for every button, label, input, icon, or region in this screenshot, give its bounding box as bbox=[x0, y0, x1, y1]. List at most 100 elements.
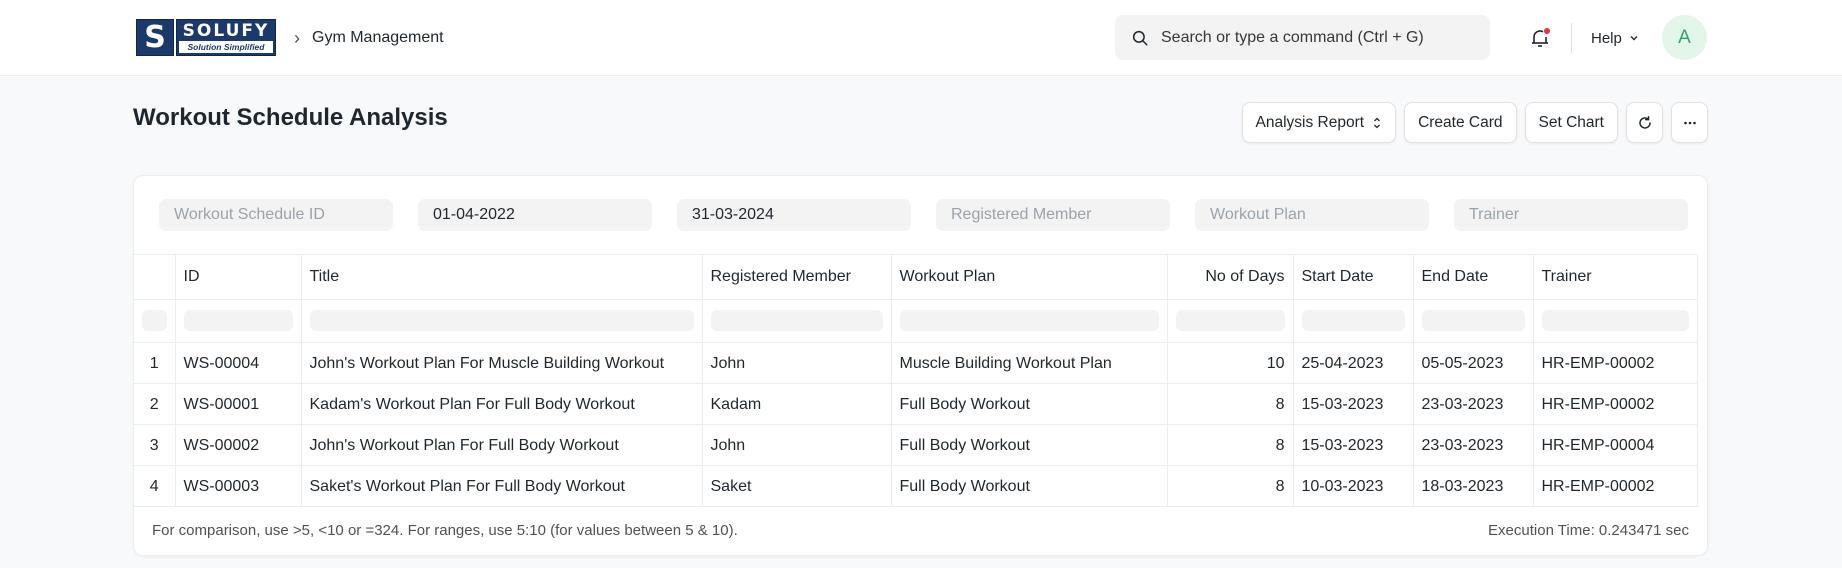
filter-registered-member[interactable] bbox=[936, 199, 1170, 231]
logo-brand: SOLUFY bbox=[182, 21, 270, 41]
cell-workout-plan[interactable]: Full Body Workout bbox=[891, 465, 1168, 507]
cell-id[interactable]: WS-00004 bbox=[175, 342, 302, 384]
row-index: 3 bbox=[134, 424, 176, 466]
row-index: 2 bbox=[134, 383, 176, 425]
more-horizontal-icon bbox=[1683, 121, 1696, 124]
more-options-button[interactable] bbox=[1671, 102, 1708, 143]
column-header-start-date[interactable]: Start Date bbox=[1293, 255, 1414, 300]
cell-registered-member[interactable]: John bbox=[702, 342, 892, 384]
column-header-id[interactable]: ID bbox=[175, 255, 302, 300]
cell-end-date[interactable]: 23-03-2023 bbox=[1413, 383, 1534, 425]
app-logo[interactable]: S SOLUFY Solution Simplified bbox=[136, 19, 276, 56]
column-header-end-date[interactable]: End Date bbox=[1413, 255, 1534, 300]
column-header-workout-plan[interactable]: Workout Plan bbox=[891, 255, 1168, 300]
help-dropdown[interactable]: Help bbox=[1591, 26, 1640, 50]
search-bar[interactable] bbox=[1115, 15, 1490, 60]
cell-no-of-days[interactable]: 8 bbox=[1167, 465, 1294, 507]
logo-wordmark: SOLUFY Solution Simplified bbox=[176, 19, 276, 56]
cell-workout-plan[interactable]: Muscle Building Workout Plan bbox=[891, 342, 1168, 384]
execution-time: Execution Time: 0.243471 sec bbox=[1488, 522, 1689, 539]
cell-no-of-days[interactable]: 8 bbox=[1167, 383, 1294, 425]
nav-divider bbox=[1571, 23, 1572, 53]
column-header-title[interactable]: Title bbox=[301, 255, 703, 300]
notifications-button[interactable] bbox=[1528, 26, 1552, 50]
set-chart-button[interactable]: Set Chart bbox=[1524, 102, 1618, 143]
cell-title[interactable]: Kadam's Workout Plan For Full Body Worko… bbox=[301, 383, 703, 425]
filter-trainer[interactable] bbox=[1454, 199, 1688, 231]
cell-end-date[interactable]: 05-05-2023 bbox=[1413, 342, 1534, 384]
page-title: Workout Schedule Analysis bbox=[133, 104, 448, 131]
column-filter-id[interactable] bbox=[183, 310, 293, 331]
row-index: 1 bbox=[134, 342, 176, 384]
filter-workout-plan[interactable] bbox=[1195, 199, 1429, 231]
cell-trainer[interactable]: HR-EMP-00002 bbox=[1533, 383, 1698, 425]
user-avatar[interactable]: A bbox=[1662, 15, 1707, 60]
cell-no-of-days[interactable]: 10 bbox=[1167, 342, 1294, 384]
help-label: Help bbox=[1591, 29, 1622, 47]
column-header-no-of-days[interactable]: No of Days bbox=[1167, 255, 1294, 300]
logo-tagline: Solution Simplified bbox=[179, 41, 273, 53]
cell-workout-plan[interactable]: Full Body Workout bbox=[891, 424, 1168, 466]
notification-dot bbox=[1544, 28, 1550, 34]
cell-registered-member[interactable]: Kadam bbox=[702, 383, 892, 425]
refresh-button[interactable] bbox=[1626, 102, 1663, 143]
create-card-button[interactable]: Create Card bbox=[1404, 102, 1517, 143]
breadcrumb-gym-management[interactable]: Gym Management bbox=[312, 29, 444, 47]
cell-title[interactable]: John's Workout Plan For Muscle Building … bbox=[301, 342, 703, 384]
chevron-down-icon bbox=[1630, 36, 1638, 41]
filter-bar bbox=[159, 199, 1688, 231]
cell-start-date[interactable]: 15-03-2023 bbox=[1293, 424, 1414, 466]
cell-start-date[interactable]: 25-04-2023 bbox=[1293, 342, 1414, 384]
search-icon bbox=[1132, 30, 1148, 45]
cell-start-date[interactable]: 15-03-2023 bbox=[1293, 383, 1414, 425]
column-filter-workout-plan[interactable] bbox=[899, 310, 1159, 331]
cell-no-of-days[interactable]: 8 bbox=[1167, 424, 1294, 466]
report-table-wrapper: ID Title Registered Member Workout Plan … bbox=[134, 254, 1698, 507]
column-filter-no-of-days[interactable] bbox=[1175, 310, 1285, 331]
column-filter-title[interactable] bbox=[309, 310, 694, 331]
column-header-trainer[interactable]: Trainer bbox=[1533, 255, 1698, 300]
table-header-row: ID Title Registered Member Workout Plan … bbox=[134, 255, 1698, 300]
column-header-registered-member[interactable]: Registered Member bbox=[702, 255, 892, 300]
column-filter-registered-member[interactable] bbox=[710, 310, 883, 331]
chevron-right-icon: › bbox=[294, 28, 300, 48]
navbar: S SOLUFY Solution Simplified › Gym Manag… bbox=[0, 0, 1842, 76]
cell-title[interactable]: Saket's Workout Plan For Full Body Worko… bbox=[301, 465, 703, 507]
cell-registered-member[interactable]: Saket bbox=[702, 465, 892, 507]
column-header-row-index bbox=[134, 255, 176, 300]
page-actions: Analysis Report Create Card Set Chart bbox=[1241, 102, 1708, 143]
cell-id[interactable]: WS-00002 bbox=[175, 424, 302, 466]
cell-id[interactable]: WS-00001 bbox=[175, 383, 302, 425]
cell-registered-member[interactable]: John bbox=[702, 424, 892, 466]
cell-workout-plan[interactable]: Full Body Workout bbox=[891, 383, 1168, 425]
column-filter-start-date[interactable] bbox=[1301, 310, 1405, 331]
report-card: ID Title Registered Member Workout Plan … bbox=[133, 175, 1708, 556]
table-row[interactable]: 1 WS-00004 John's Workout Plan For Muscl… bbox=[134, 342, 1698, 384]
cell-id[interactable]: WS-00003 bbox=[175, 465, 302, 507]
cell-end-date[interactable]: 23-03-2023 bbox=[1413, 424, 1534, 466]
table-row[interactable]: 4 WS-00003 Saket's Workout Plan For Full… bbox=[134, 465, 1698, 507]
column-filter-end-date[interactable] bbox=[1421, 310, 1525, 331]
filter-help-text: For comparison, use >5, <10 or =324. For… bbox=[152, 522, 738, 539]
cell-trainer[interactable]: HR-EMP-00002 bbox=[1533, 342, 1698, 384]
select-arrows-icon bbox=[1374, 117, 1381, 128]
filter-to-date[interactable] bbox=[677, 199, 911, 231]
cell-trainer[interactable]: HR-EMP-00004 bbox=[1533, 424, 1698, 466]
column-filter-trainer[interactable] bbox=[1541, 310, 1689, 331]
table-row[interactable]: 3 WS-00002 John's Workout Plan For Full … bbox=[134, 424, 1698, 466]
cell-trainer[interactable]: HR-EMP-00002 bbox=[1533, 465, 1698, 507]
logo-mark: S bbox=[136, 19, 174, 56]
column-filter-row bbox=[134, 299, 1698, 343]
search-input[interactable] bbox=[1161, 28, 1481, 47]
cell-title[interactable]: John's Workout Plan For Full Body Workou… bbox=[301, 424, 703, 466]
column-filter-row-index[interactable] bbox=[142, 310, 167, 331]
report-view-label: Analysis Report bbox=[1255, 113, 1365, 131]
table-row[interactable]: 2 WS-00001 Kadam's Workout Plan For Full… bbox=[134, 383, 1698, 425]
cell-end-date[interactable]: 18-03-2023 bbox=[1413, 465, 1534, 507]
refresh-icon bbox=[1638, 115, 1651, 129]
filter-from-date[interactable] bbox=[418, 199, 652, 231]
cell-start-date[interactable]: 10-03-2023 bbox=[1293, 465, 1414, 507]
filter-workout-schedule-id[interactable] bbox=[159, 199, 393, 231]
report-view-selector[interactable]: Analysis Report bbox=[1241, 102, 1397, 143]
row-index: 4 bbox=[134, 465, 176, 507]
